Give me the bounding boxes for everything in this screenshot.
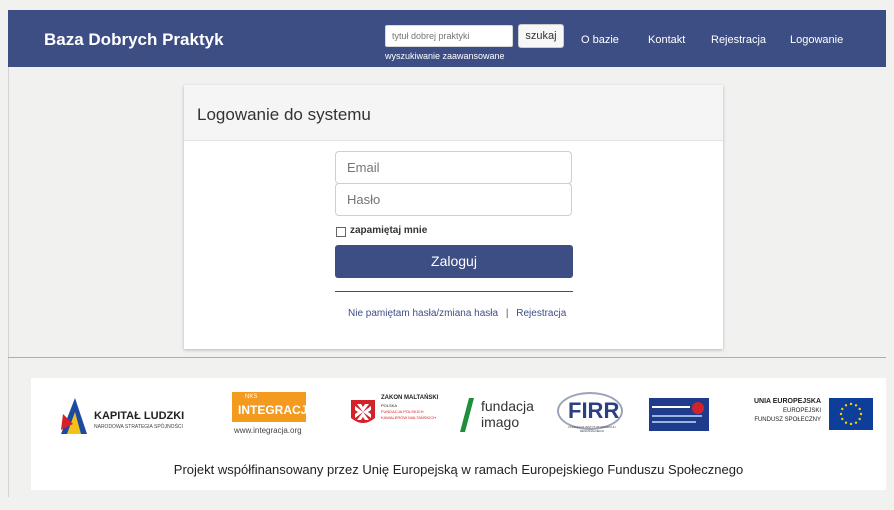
- nav-link-register[interactable]: Rejestracja: [711, 34, 766, 46]
- email-field[interactable]: [335, 151, 572, 184]
- partner-card-dot: [692, 402, 704, 414]
- nav-link-login[interactable]: Logowanie: [790, 34, 843, 46]
- imago-line2: imago: [481, 414, 520, 430]
- eu-line1: UNIA EUROPEJSKA: [753, 398, 821, 405]
- kapital-ludzki-subtitle: NARODOWA STRATEGIA SPÓJNOŚCI: [94, 424, 183, 430]
- partner-card-stripe: [652, 415, 702, 417]
- register-link[interactable]: Rejestracja: [516, 308, 566, 319]
- imago-line1: fundacja: [481, 398, 534, 414]
- firr-subtitle: FUNDACJA INSTYTUT ROZWOJU REGIONALNEGO: [568, 425, 616, 433]
- maltese-cross-icon: [351, 400, 375, 423]
- section-divider: [8, 357, 886, 358]
- integracja-url: www.integracja.org: [234, 426, 302, 435]
- remember-me-checkbox[interactable]: [336, 227, 346, 237]
- kapital-ludzki-title: KAPITAŁ LUDZKI: [94, 410, 185, 422]
- advanced-search-link[interactable]: wyszukiwanie zaawansowane: [385, 51, 505, 61]
- zakon-line1: ZAKON MALTAŃSKI: [381, 395, 439, 401]
- partner-card-stripe: [652, 406, 690, 408]
- login-button[interactable]: Zaloguj: [335, 245, 573, 278]
- login-panel-header: Logowanie do systemu: [184, 85, 723, 141]
- search-button[interactable]: szukaj: [518, 24, 564, 48]
- integracja-logo: NKS INTEGRACJA www.integracja.org: [232, 392, 316, 442]
- zakon-line3: FUNDACJA POLSKICH: [381, 409, 424, 414]
- footer-funding-text: Projekt współfinansowany przez Unię Euro…: [173, 462, 744, 477]
- imago-slash-icon: [460, 398, 474, 432]
- sponsor-logos-band: KAPITAŁ LUDZKI NARODOWA STRATEGIA SPÓJNO…: [31, 378, 886, 490]
- integracja-small: NKS: [245, 394, 258, 400]
- kapital-ludzki-logo: KAPITAŁ LUDZKI NARODOWA STRATEGIA SPÓJNO…: [57, 394, 202, 438]
- password-field[interactable]: [335, 183, 572, 216]
- zakon-line2: POLSKA: [381, 403, 398, 408]
- login-panel: Logowanie do systemu zapamiętaj mnie Zal…: [184, 85, 723, 349]
- firr-title: FIRR: [568, 398, 620, 423]
- partner-card-stripe: [652, 421, 696, 423]
- integracja-title: INTEGRACJA: [238, 403, 317, 417]
- zakon-line4: KAWALERÓW MALTAŃSKICH: [381, 415, 437, 420]
- nav-link-about[interactable]: O bazie: [581, 34, 619, 46]
- forgot-password-link[interactable]: Nie pamiętam hasła/zmiana hasła: [348, 308, 498, 319]
- remember-me-label[interactable]: zapamiętaj mnie: [350, 225, 427, 236]
- page-border: [8, 67, 9, 497]
- top-navbar: Baza Dobrych Praktyk szukaj wyszukiwanie…: [8, 10, 886, 67]
- form-divider: [335, 291, 573, 292]
- kapital-ludzki-icon: [61, 398, 87, 434]
- login-title: Logowanie do systemu: [197, 105, 371, 124]
- eu-flag-icon: [829, 398, 873, 430]
- eu-line3: FUNDUSZ SPOŁECZNY: [754, 417, 821, 423]
- firr-logo: FIRR FUNDACJA INSTYTUT ROZWOJU REGIONALN…: [557, 392, 629, 440]
- eu-line2: EUROPEJSKI: [782, 408, 821, 414]
- brand-title[interactable]: Baza Dobrych Praktyk: [44, 30, 224, 50]
- login-links: Nie pamiętam hasła/zmiana hasła | Rejest…: [348, 308, 566, 319]
- zakon-maltanski-logo: ZAKON MALTAŃSKI POLSKA FUNDACJA POLSKICH…: [349, 392, 459, 438]
- partner-card-logo: [649, 398, 709, 431]
- link-separator: |: [505, 308, 509, 319]
- fundacja-imago-logo: fundacja imago: [459, 396, 549, 436]
- search-input[interactable]: [385, 25, 513, 47]
- nav-link-contact[interactable]: Kontakt: [648, 34, 685, 46]
- eu-logo: UNIA EUROPEJSKA EUROPEJSKI FUNDUSZ SPOŁE…: [737, 398, 877, 438]
